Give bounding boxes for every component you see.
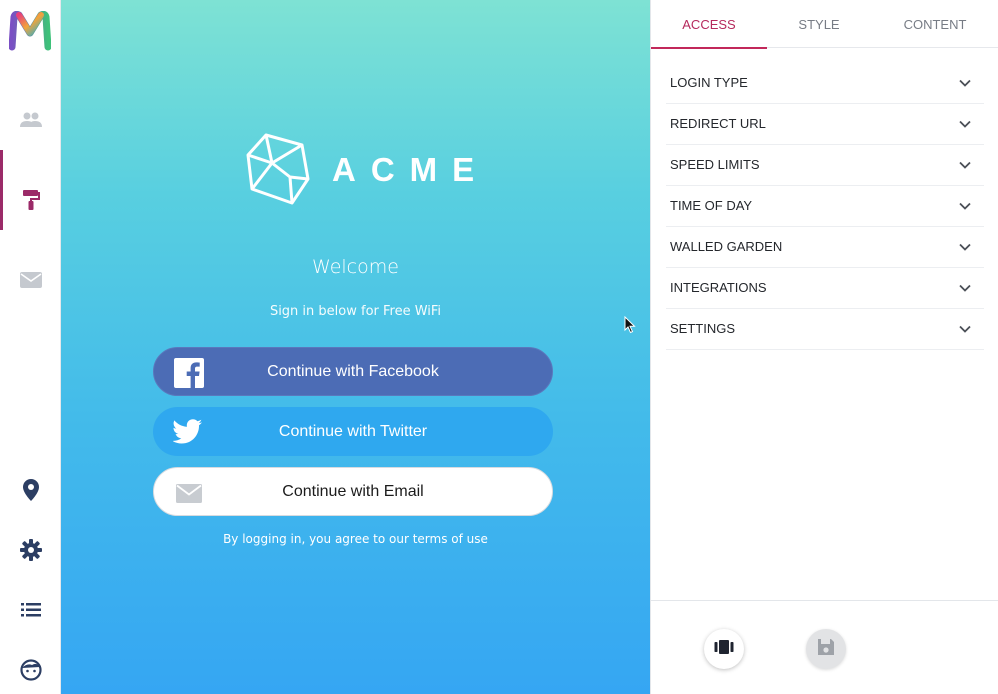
panel-footer — [651, 600, 998, 694]
paint-roller-icon — [22, 189, 40, 211]
facebook-button-label: Continue with Facebook — [267, 362, 439, 380]
chevron-down-icon — [958, 158, 972, 172]
tab-access[interactable]: ACCESS — [651, 0, 767, 49]
device-preview-icon — [714, 639, 734, 659]
chevron-down-icon — [958, 240, 972, 254]
section-login-type[interactable]: LOGIN TYPE — [666, 63, 984, 104]
twitter-icon — [172, 416, 204, 448]
polyhedron-icon — [246, 131, 312, 212]
save-button[interactable] — [806, 629, 846, 669]
section-settings[interactable]: SETTINGS — [666, 309, 984, 350]
continue-with-twitter-button[interactable]: Continue with Twitter — [153, 407, 553, 456]
sidebar-item-locations[interactable] — [0, 462, 61, 518]
twitter-button-label: Continue with Twitter — [278, 422, 428, 440]
mouse-cursor-icon — [624, 315, 636, 339]
sidebar-item-messages[interactable] — [0, 252, 61, 308]
section-label: REDIRECT URL — [670, 116, 766, 131]
continue-with-email-button[interactable]: Continue with Email — [153, 467, 553, 516]
terms-of-use-link[interactable]: terms of use — [413, 532, 488, 546]
terms-notice: By logging in, you agree to our terms of… — [61, 532, 650, 546]
brand-name: ACME — [332, 151, 490, 188]
sidebar-item-design[interactable] — [0, 150, 61, 230]
tab-content[interactable]: CONTENT — [871, 0, 998, 48]
chevron-down-icon — [958, 76, 972, 90]
facebook-icon — [173, 357, 205, 389]
sidebar-item-users[interactable] — [0, 92, 61, 148]
chevron-down-icon — [958, 322, 972, 336]
chevron-down-icon — [958, 199, 972, 213]
floppy-disk-icon — [817, 638, 835, 661]
list-icon — [20, 603, 41, 617]
section-speed-limits[interactable]: SPEED LIMITS — [666, 145, 984, 186]
sidebar — [0, 0, 61, 694]
section-label: TIME OF DAY — [670, 198, 753, 213]
continue-with-facebook-button[interactable]: Continue with Facebook — [153, 347, 553, 396]
chevron-down-icon — [958, 117, 972, 131]
section-label: SPEED LIMITS — [670, 157, 760, 172]
sidebar-item-list[interactable] — [0, 582, 61, 638]
section-redirect-url[interactable]: REDIRECT URL — [666, 104, 984, 145]
location-pin-icon — [22, 479, 39, 501]
face-icon — [19, 659, 42, 681]
device-preview-button[interactable] — [704, 629, 744, 669]
mail-icon — [19, 272, 42, 288]
brand-logo: ACME — [246, 131, 474, 207]
terms-prefix: By logging in, you agree to our — [223, 532, 413, 546]
m-logo-icon[interactable] — [8, 10, 52, 51]
tab-style[interactable]: STYLE — [767, 0, 871, 48]
email-button-label: Continue with Email — [282, 482, 424, 500]
panel-tabs: ACCESS STYLE CONTENT — [651, 0, 998, 49]
section-integrations[interactable]: INTEGRATIONS — [666, 268, 984, 309]
gear-icon — [19, 539, 42, 561]
section-walled-garden[interactable]: WALLED GARDEN — [666, 227, 984, 268]
section-label: SETTINGS — [670, 321, 736, 336]
section-label: INTEGRATIONS — [670, 280, 767, 295]
settings-panel: ACCESS STYLE CONTENT LOGIN TYPE REDIRECT… — [650, 0, 998, 694]
captive-portal-preview: ACME Welcome Sign in below for Free WiFi… — [61, 0, 650, 694]
section-time-of-day[interactable]: TIME OF DAY — [666, 186, 984, 227]
chevron-down-icon — [958, 281, 972, 295]
section-label: WALLED GARDEN — [670, 239, 783, 254]
users-icon — [19, 112, 43, 128]
sidebar-item-settings[interactable] — [0, 522, 61, 578]
sidebar-item-profile[interactable] — [0, 642, 61, 694]
access-settings-list: LOGIN TYPE REDIRECT URL SPEED LIMITS TIM… — [666, 63, 984, 350]
welcome-heading: Welcome — [312, 256, 399, 278]
section-label: LOGIN TYPE — [670, 75, 748, 90]
mail-icon — [173, 477, 205, 509]
welcome-subtitle: Sign in below for Free WiFi — [269, 304, 442, 319]
